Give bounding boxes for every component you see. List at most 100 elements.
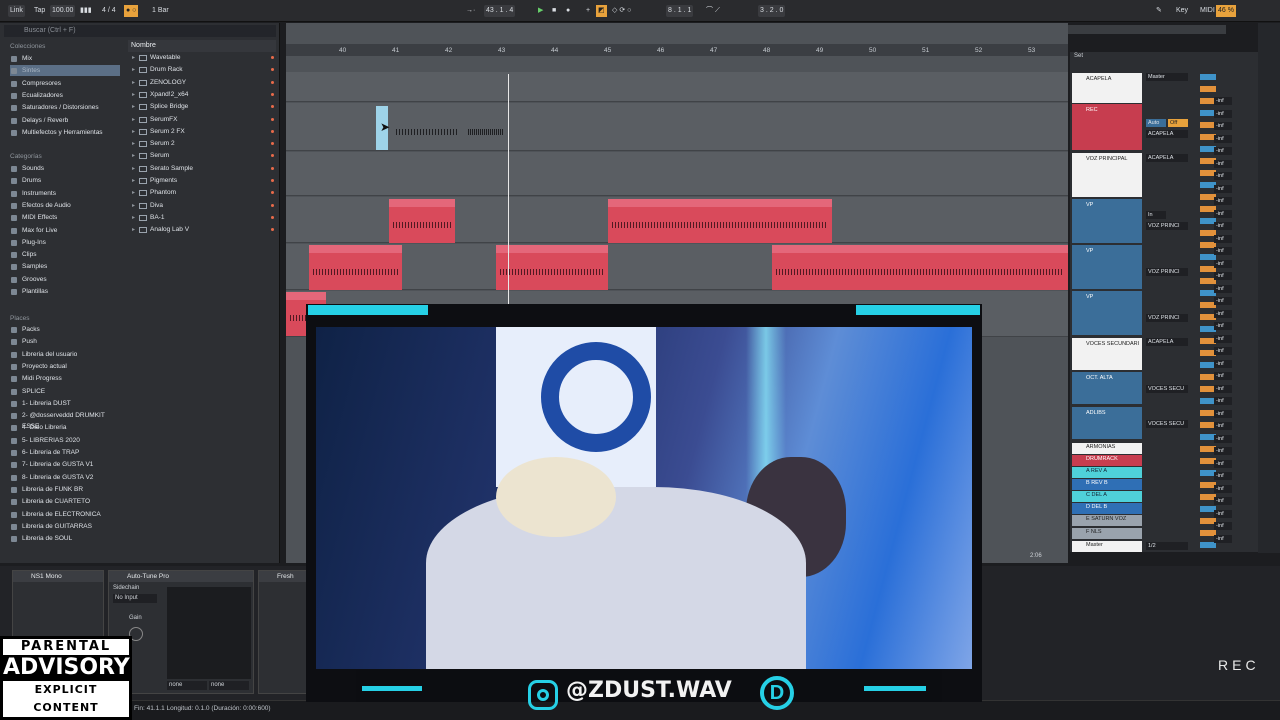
- output-select[interactable]: ACAPELA: [1146, 154, 1188, 162]
- output-select[interactable]: VOZ PRINCI: [1146, 314, 1188, 322]
- place-item[interactable]: 4- Dalo Libreria: [10, 422, 120, 433]
- collection-item[interactable]: Compresores: [10, 78, 120, 89]
- browser-search-input[interactable]: Buscar (Ctrl + F): [4, 25, 276, 37]
- volume-readout[interactable]: -inf: [1214, 259, 1232, 268]
- meter-field[interactable]: 4 / 4: [100, 5, 118, 17]
- overdub-icon[interactable]: +: [584, 5, 592, 17]
- plugin-item[interactable]: Wavetable: [132, 52, 276, 64]
- collection-item[interactable]: Saturadores / Distorsiones: [10, 102, 120, 113]
- link-button[interactable]: Link: [8, 5, 25, 17]
- mixer-track-2[interactable]: VOZ PRINCIPAL: [1072, 153, 1142, 197]
- place-item[interactable]: Libreria de SOUL: [10, 533, 120, 544]
- clip[interactable]: REC 29: [309, 245, 402, 290]
- output-select[interactable]: Master: [1146, 73, 1188, 81]
- mixer-track-14[interactable]: D DEL B: [1072, 503, 1142, 514]
- plugin-item[interactable]: ZENOLOGY: [132, 77, 276, 89]
- position-field[interactable]: 43 . 1 . 4: [484, 5, 516, 17]
- place-item[interactable]: Push: [10, 336, 120, 347]
- output-select[interactable]: VOZ PRINCI: [1146, 268, 1188, 276]
- category-item[interactable]: Instruments: [10, 188, 120, 199]
- mixer-track-16[interactable]: F NLS: [1072, 528, 1142, 539]
- plugin-item[interactable]: Serum: [132, 150, 276, 162]
- loop-length-field[interactable]: 3 . 2 . 0: [758, 5, 786, 17]
- key-map-button[interactable]: Key: [1174, 5, 1190, 17]
- plugin-item[interactable]: Diva: [132, 200, 276, 212]
- mixer-track-10[interactable]: DRUMRACK: [1072, 455, 1142, 466]
- beat-ruler[interactable]: [286, 44, 1068, 56]
- volume-readout[interactable]: -inf: [1214, 509, 1232, 518]
- volume-readout[interactable]: -inf: [1214, 422, 1232, 430]
- volume-readout[interactable]: -inf: [1214, 459, 1232, 468]
- volume-readout[interactable]: -inf: [1214, 222, 1232, 230]
- mixer-track-4[interactable]: VP: [1072, 245, 1142, 289]
- plugin-item[interactable]: Drum Rack: [132, 64, 276, 76]
- volume-readout[interactable]: -inf: [1214, 184, 1232, 193]
- monitor-auto-button[interactable]: Auto: [1146, 119, 1166, 127]
- volume-readout[interactable]: -inf: [1214, 472, 1232, 480]
- collection-item[interactable]: Ecualizadores: [10, 90, 120, 101]
- output-select[interactable]: ACAPELA: [1146, 130, 1188, 138]
- volume-readout[interactable]: -inf: [1214, 359, 1232, 368]
- mixer-track-7[interactable]: OCT. ALTA: [1072, 372, 1142, 404]
- clip[interactable]: REC 9: [772, 245, 1068, 290]
- category-item[interactable]: Samples: [10, 261, 120, 272]
- collection-item[interactable]: Delays / Reverb: [10, 115, 120, 126]
- place-item[interactable]: Libreria de ELECTRONICA: [10, 509, 120, 520]
- clip[interactable]: REC 23: [392, 106, 462, 150]
- quantize-select[interactable]: 1 Bar: [150, 5, 171, 17]
- play-button[interactable]: ▶: [536, 5, 545, 17]
- volume-readout[interactable]: -inf: [1214, 209, 1232, 218]
- place-item[interactable]: Libreria de GUITARRAS: [10, 521, 120, 532]
- volume-readout[interactable]: -inf: [1214, 522, 1232, 530]
- mixer-track-1[interactable]: REC: [1072, 104, 1142, 150]
- volume-readout[interactable]: -inf: [1214, 284, 1232, 293]
- output-select[interactable]: ACAPELA: [1146, 338, 1188, 346]
- track-lane-acapela[interactable]: [286, 72, 1068, 102]
- volume-readout[interactable]: -inf: [1214, 397, 1232, 405]
- collection-item[interactable]: Mix: [10, 53, 120, 64]
- mixer-track-17[interactable]: Master: [1072, 541, 1142, 552]
- place-item[interactable]: 6- Libreria de TRAP: [10, 447, 120, 458]
- mixer-track-15[interactable]: E SATURN VOZ: [1072, 515, 1142, 526]
- loop-start-field[interactable]: 8 . 1 . 1: [666, 5, 694, 17]
- volume-readout[interactable]: -inf: [1214, 309, 1232, 318]
- clip[interactable]: REC 15: [608, 199, 832, 243]
- volume-readout[interactable]: -inf: [1214, 122, 1232, 130]
- track-volume[interactable]: [1200, 74, 1216, 80]
- plugin-item[interactable]: Pigments: [132, 175, 276, 187]
- plugin-item[interactable]: Serum 2: [132, 138, 276, 150]
- automation-arm-icon[interactable]: ◩: [596, 5, 607, 17]
- place-item[interactable]: 5- LIBRERIAS 2020: [10, 435, 120, 446]
- volume-readout[interactable]: -inf: [1214, 409, 1232, 418]
- tempo-field[interactable]: 100.00: [50, 5, 76, 17]
- mixer-track-8[interactable]: ADLIBS: [1072, 407, 1142, 439]
- capture-icon[interactable]: ◇ ⟳ ○: [610, 5, 633, 17]
- category-item[interactable]: Efectos de Audio: [10, 200, 120, 211]
- metronome-icon[interactable]: ▮▮▮: [78, 5, 94, 17]
- none-select[interactable]: none: [167, 681, 207, 690]
- place-item[interactable]: 7- Libreria de GUSTA V1: [10, 459, 120, 470]
- volume-readout[interactable]: -inf: [1214, 172, 1232, 180]
- plugin-item[interactable]: Analog Lab V: [132, 224, 276, 236]
- plugin-item[interactable]: Serato Sample: [132, 163, 276, 175]
- volume-readout[interactable]: -inf: [1214, 234, 1232, 243]
- volume-readout[interactable]: -inf: [1214, 334, 1232, 343]
- place-item[interactable]: Midi Progress: [10, 373, 120, 384]
- place-item[interactable]: Libreria de FUNK BR: [10, 484, 120, 495]
- category-item[interactable]: Drums: [10, 175, 120, 186]
- place-item[interactable]: 1- Libreria DUST: [10, 398, 120, 409]
- volume-readout[interactable]: -inf: [1214, 372, 1232, 380]
- mixer-track-5[interactable]: VP: [1072, 291, 1142, 335]
- plugin-item[interactable]: Phantom: [132, 187, 276, 199]
- mixer-track-11[interactable]: A REV A: [1072, 467, 1142, 478]
- volume-readout[interactable]: -inf: [1214, 159, 1232, 168]
- place-item[interactable]: Libreria del usuario: [10, 349, 120, 360]
- record-button[interactable]: ●: [564, 5, 572, 17]
- mixer-track-12[interactable]: B REV B: [1072, 479, 1142, 490]
- volume-readout[interactable]: -inf: [1214, 247, 1232, 255]
- plugin-item[interactable]: Xpand!2_x64: [132, 89, 276, 101]
- collection-item[interactable]: Sintes: [10, 65, 120, 77]
- place-item[interactable]: Libreria de CUARTETO: [10, 496, 120, 507]
- track-volume[interactable]: [1200, 542, 1216, 548]
- volume-readout[interactable]: -inf: [1214, 384, 1232, 393]
